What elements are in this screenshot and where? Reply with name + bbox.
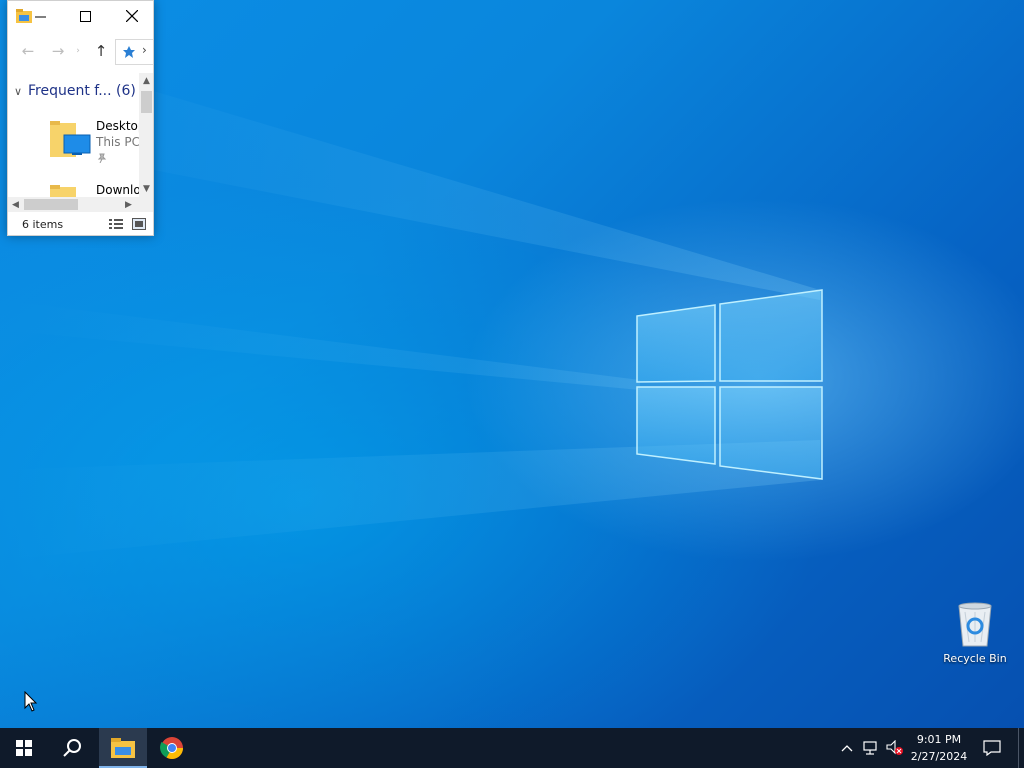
minimize-icon <box>34 16 46 17</box>
desktop-folder-icon <box>50 121 91 157</box>
scroll-up-icon[interactable]: ▲ <box>139 73 153 89</box>
recycle-bin-icon <box>958 602 992 647</box>
close-button[interactable] <box>108 1 153 31</box>
network-icon <box>863 741 877 755</box>
start-button[interactable] <box>0 728 48 768</box>
taskbar-chrome[interactable] <box>148 728 196 768</box>
close-icon <box>125 10 138 22</box>
horizontal-scroll-thumb[interactable] <box>24 199 78 210</box>
address-chevron-icon[interactable]: › <box>142 43 147 57</box>
navigation-bar: ← → › ↑ › <box>8 35 153 67</box>
group-header-frequent-folders[interactable]: ∨ Frequent f... (6) <box>14 83 136 103</box>
scroll-right-icon[interactable]: ▶ <box>121 197 136 212</box>
details-view-icon[interactable] <box>109 218 123 230</box>
status-bar: 6 items <box>8 213 153 235</box>
forward-button[interactable]: → <box>49 41 67 61</box>
minimize-button[interactable] <box>26 1 54 31</box>
taskbar-file-explorer[interactable] <box>99 728 147 768</box>
maximize-button[interactable] <box>62 1 108 31</box>
recent-locations-button[interactable]: › <box>73 41 83 61</box>
list-item[interactable]: Desktop This PC <box>48 117 139 177</box>
title-bar[interactable] <box>8 1 153 31</box>
taskbar: 9:01 PM 2/27/2024 <box>0 728 1024 768</box>
item-count: 6 items <box>22 218 64 231</box>
taskbar-clock[interactable]: 9:01 PM 2/27/2024 <box>906 731 972 765</box>
network-tray-button[interactable] <box>862 740 880 756</box>
clock-date: 2/27/2024 <box>910 750 968 763</box>
scroll-left-icon[interactable]: ◀ <box>8 197 23 212</box>
item-location: This PC <box>96 135 139 149</box>
volume-tray-button[interactable] <box>886 740 904 756</box>
file-explorer-window[interactable]: ← → › ↑ › ∨ Frequent f... (6) Deskto Thi… <box>7 0 154 236</box>
forward-arrow-icon: → <box>51 42 65 60</box>
search-button[interactable] <box>48 728 96 768</box>
group-count: (6) <box>116 83 136 99</box>
chrome-icon <box>160 737 183 759</box>
show-desktop-button[interactable] <box>1018 728 1024 768</box>
action-center-icon <box>983 740 1001 756</box>
file-list[interactable]: ∨Frequent f... (6) Desktop This PC Downl… <box>8 73 139 197</box>
address-bar[interactable]: › <box>115 39 153 65</box>
chevron-up-icon <box>841 745 853 752</box>
up-arrow-icon: ↑ <box>94 42 108 60</box>
back-arrow-icon: ← <box>21 42 35 60</box>
file-explorer-icon <box>111 738 135 758</box>
volume-muted-icon <box>886 740 903 755</box>
back-button[interactable]: ← <box>19 41 37 61</box>
up-button[interactable]: ↑ <box>92 41 110 61</box>
vertical-scroll-thumb[interactable] <box>141 91 152 113</box>
list-item[interactable]: Downlo <box>48 181 139 197</box>
clock-time: 9:01 PM <box>916 733 962 746</box>
scrollbar-corner <box>139 197 153 212</box>
scroll-down-icon[interactable]: ▼ <box>139 181 153 197</box>
collapse-chevron-icon[interactable]: ∨ <box>14 85 28 98</box>
recycle-bin-label: Recycle Bin <box>943 652 1007 665</box>
downloads-folder-icon <box>50 185 76 197</box>
maximize-icon <box>79 10 91 22</box>
quick-access-pin-icon <box>123 46 135 58</box>
vertical-scrollbar[interactable]: ▲ ▼ <box>139 73 153 197</box>
item-name: Desktop <box>96 119 139 133</box>
recycle-bin-desktop-icon[interactable]: Recycle Bin <box>939 600 1011 674</box>
group-label: Frequent f... <box>28 83 112 99</box>
large-icons-view-icon[interactable] <box>132 218 146 230</box>
search-icon <box>63 739 81 757</box>
horizontal-scrollbar[interactable]: ◀ ▶ <box>8 197 139 212</box>
action-center-button[interactable] <box>972 728 1012 768</box>
mouse-cursor-icon <box>24 691 38 712</box>
pinned-icon <box>97 153 107 163</box>
show-hidden-icons-button[interactable] <box>838 740 856 756</box>
item-name: Downlo <box>96 183 139 197</box>
chevron-down-icon: › <box>76 46 80 56</box>
windows-start-icon <box>16 740 32 756</box>
